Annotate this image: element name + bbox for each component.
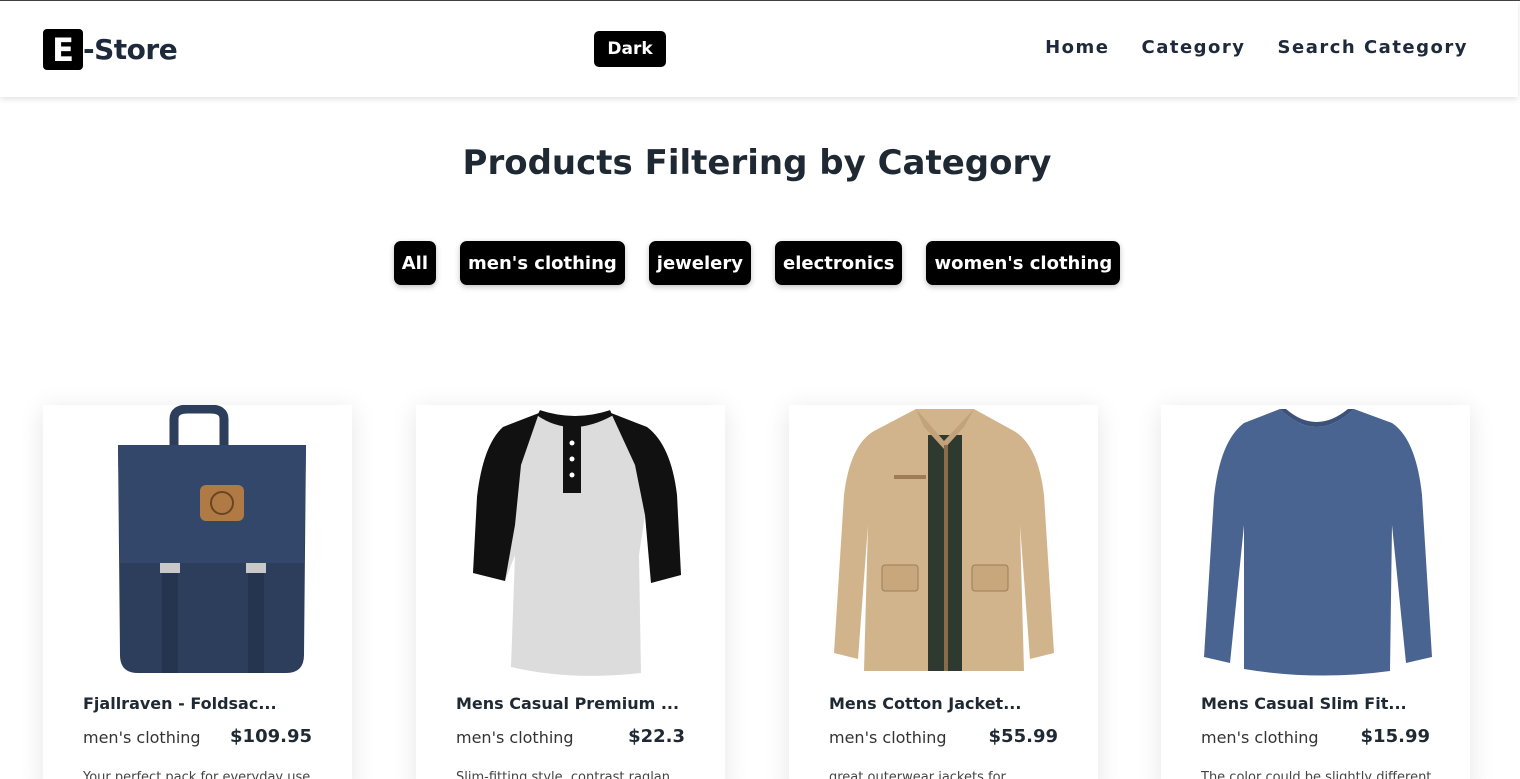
product-image-longsleeve-shirt[interactable]	[1161, 405, 1470, 677]
nav-category[interactable]: Category	[1141, 37, 1245, 58]
product-title[interactable]: Mens Casual Slim Fit...	[1201, 694, 1436, 713]
product-card[interactable]: Mens Casual Premium ... men's clothing $…	[416, 405, 725, 779]
brand-logo[interactable]: E -Store	[43, 29, 178, 70]
category-filters: All men's clothing jewelery electronics …	[0, 241, 1514, 285]
product-price: $22.3	[628, 726, 685, 747]
logo-text: -Store	[83, 33, 178, 66]
dark-mode-button[interactable]: Dark	[594, 31, 666, 67]
product-title[interactable]: Fjallraven - Foldsac...	[83, 694, 318, 713]
product-image-cotton-jacket[interactable]	[789, 405, 1098, 677]
product-price: $55.99	[988, 726, 1058, 747]
product-price: $15.99	[1360, 726, 1430, 747]
filter-mens-clothing-button[interactable]: men's clothing	[460, 241, 625, 285]
product-category: men's clothing	[829, 728, 947, 747]
product-image-raglan-tshirt[interactable]	[416, 405, 725, 677]
filter-electronics-button[interactable]: electronics	[775, 241, 903, 285]
product-description: Slim-fitting style, contrast raglan	[456, 770, 671, 779]
nav-links: Home Category Search Category	[1045, 37, 1468, 58]
product-image-backpack[interactable]	[43, 405, 352, 677]
filter-jewelery-button[interactable]: jewelery	[648, 241, 751, 285]
page-title: Products Filtering by Category	[462, 143, 1052, 183]
product-card[interactable]: Fjallraven - Foldsac... men's clothing $…	[43, 405, 352, 779]
product-description: great outerwear jackets for	[829, 770, 1006, 779]
filter-womens-clothing-button[interactable]: women's clothing	[926, 241, 1121, 285]
product-title[interactable]: Mens Casual Premium ...	[456, 694, 691, 713]
logo-mark: E	[43, 29, 83, 70]
product-price: $109.95	[230, 726, 312, 747]
product-card[interactable]: Mens Casual Slim Fit... men's clothing $…	[1161, 405, 1470, 779]
product-description: Your perfect pack for everyday use	[83, 770, 311, 779]
product-title[interactable]: Mens Cotton Jacket...	[829, 694, 1064, 713]
navbar: E -Store Dark Home Category Search Categ…	[0, 1, 1518, 97]
filter-all-button[interactable]: All	[393, 241, 437, 285]
product-card[interactable]: Mens Cotton Jacket... men's clothing $55…	[789, 405, 1098, 779]
nav-home[interactable]: Home	[1045, 37, 1109, 58]
nav-search-category[interactable]: Search Category	[1278, 37, 1468, 58]
product-category: men's clothing	[1201, 728, 1319, 747]
product-description: The color could be slightly different	[1201, 770, 1432, 779]
product-category: men's clothing	[456, 728, 574, 747]
product-category: men's clothing	[83, 728, 201, 747]
